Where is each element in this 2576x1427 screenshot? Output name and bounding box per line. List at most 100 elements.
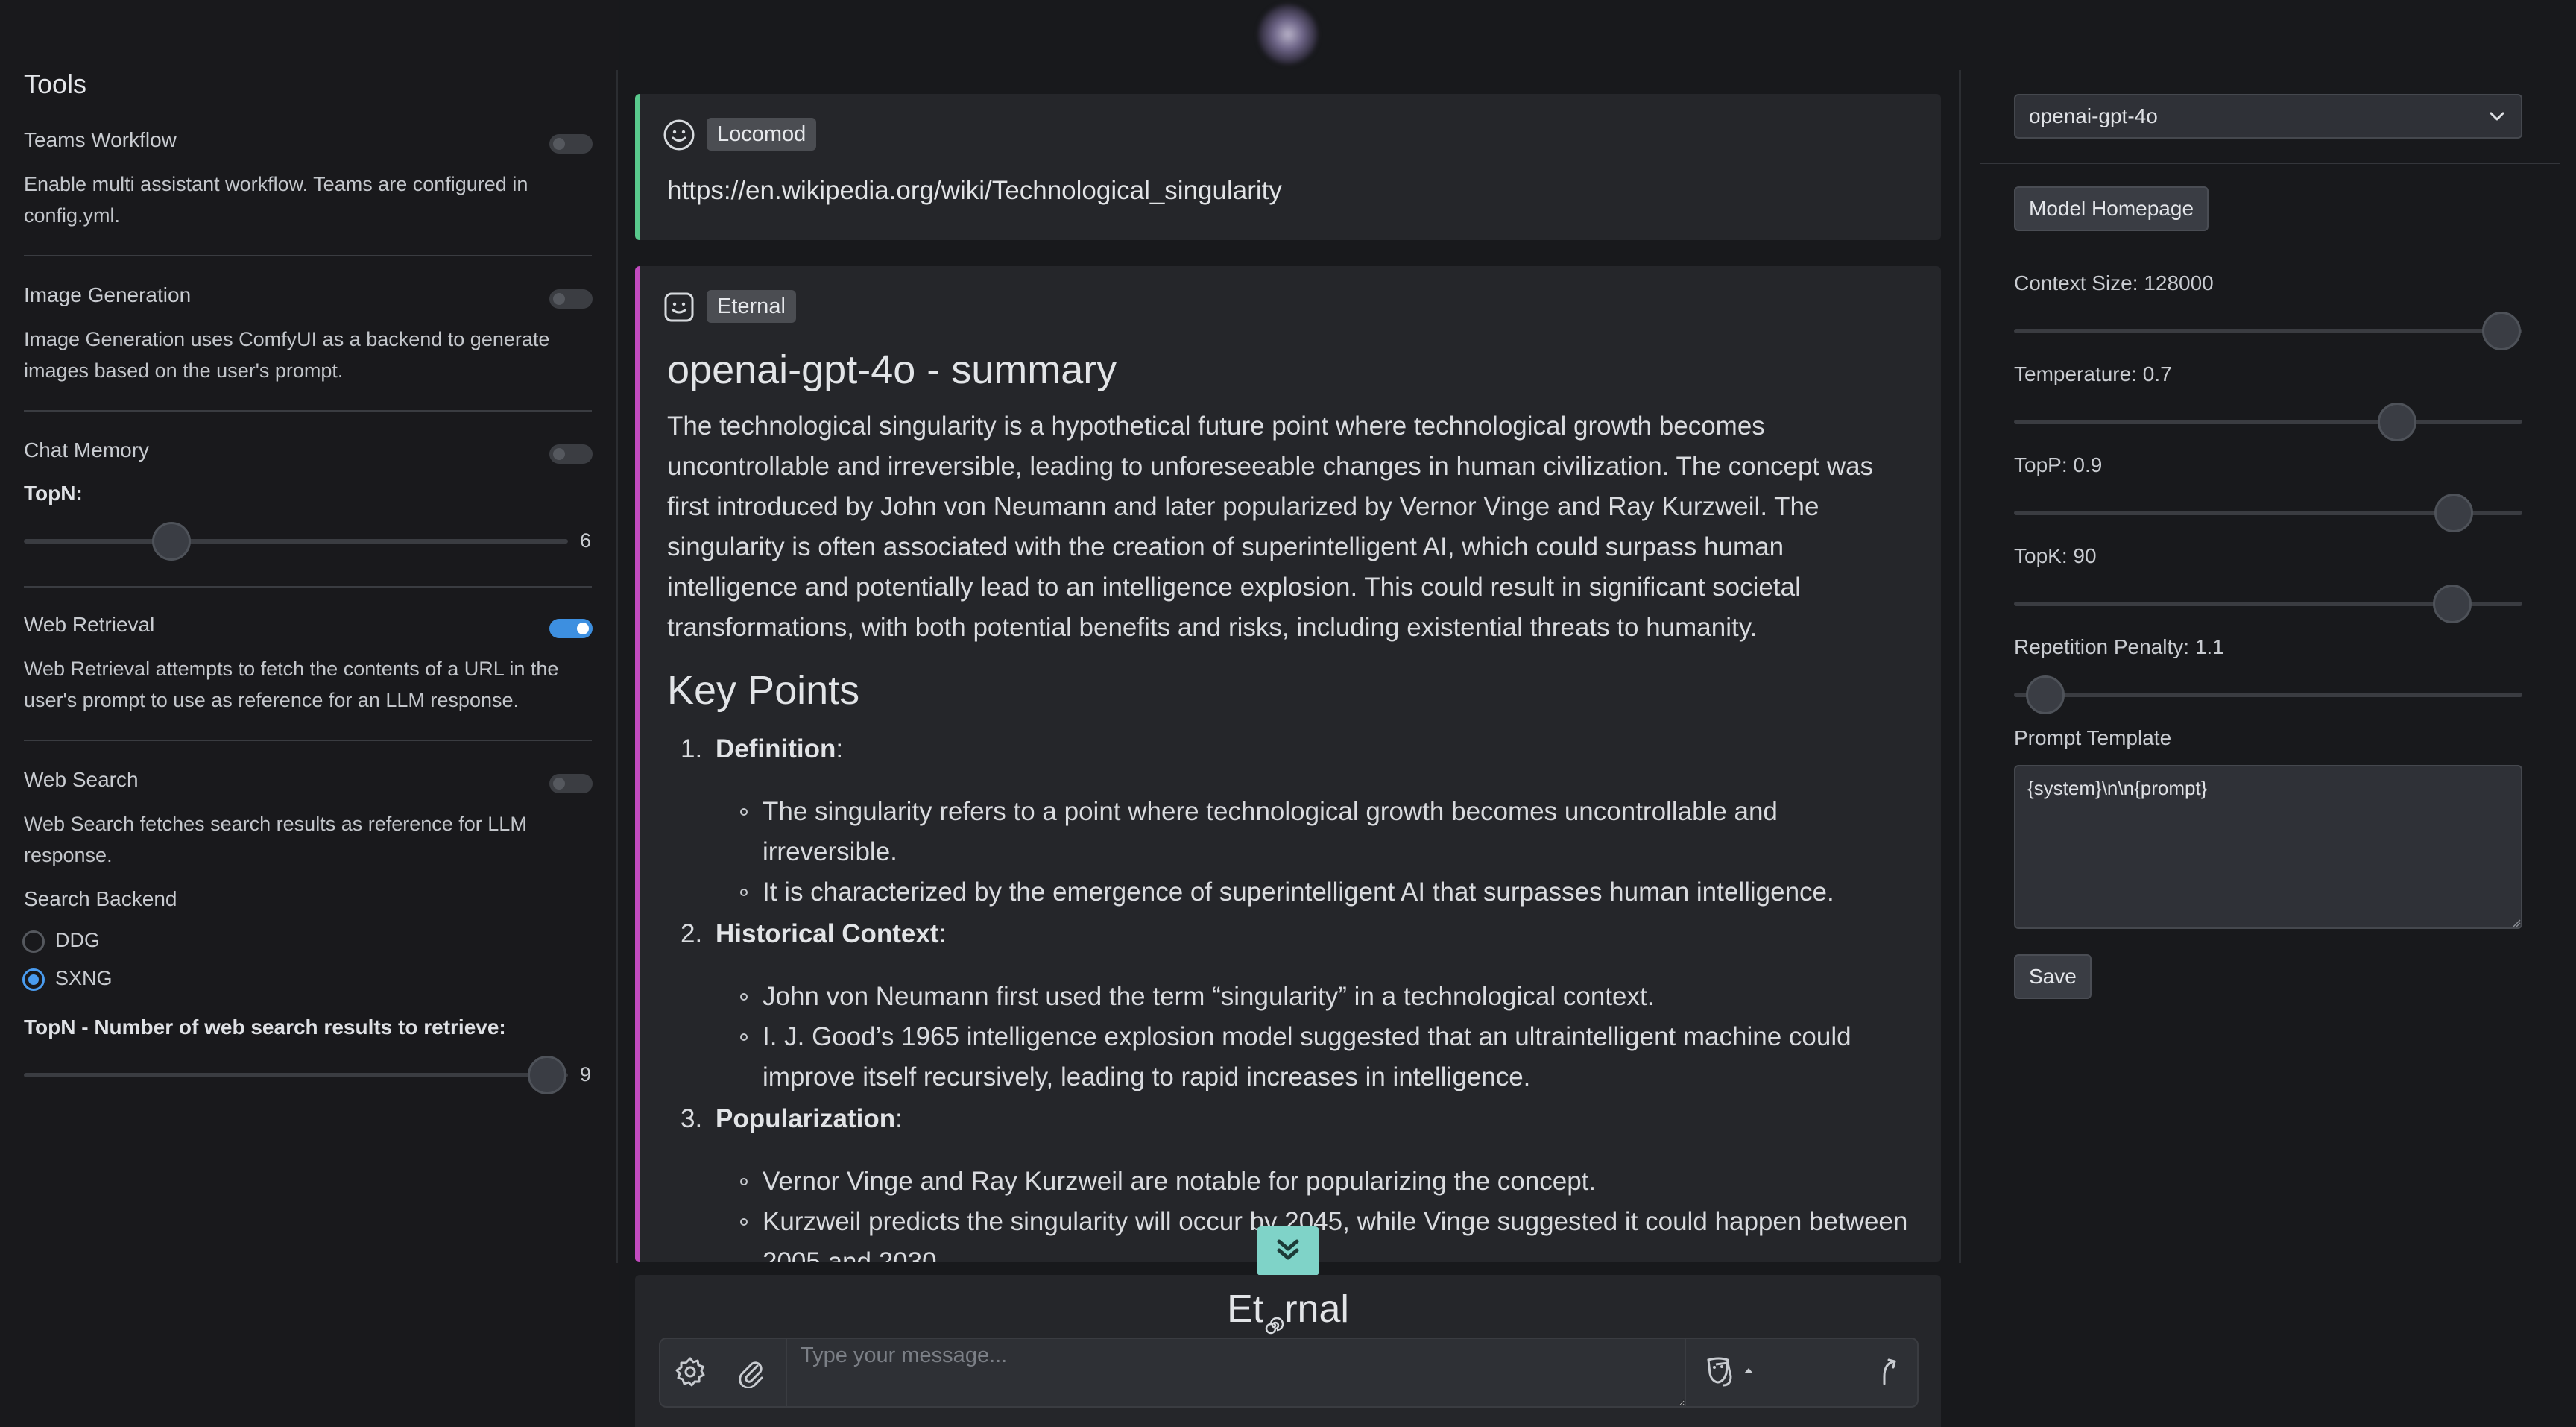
teams-workflow-description: Enable multi assistant workflow. Teams a… [24,173,528,227]
message-input[interactable] [786,1339,1686,1406]
web-search-toggle[interactable] [549,774,593,793]
web-retrieval-description: Web Retrieval attempts to fetch the cont… [24,658,559,711]
web-search-topn-value: 9 [580,1063,592,1086]
chat-memory-label: Chat Memory [24,438,150,462]
divider [24,410,592,412]
radio-sxng[interactable] [22,968,45,991]
attach-button[interactable] [722,1339,781,1406]
paperclip-icon [739,1361,763,1388]
context-size-label: Context Size: 128000 [2014,271,2214,294]
slider-thumb[interactable] [528,1056,566,1094]
list-number: 3. [681,1104,703,1133]
list-item: It is characterized by the emergence of … [763,878,1834,907]
slider-thumb[interactable] [152,522,191,561]
summary-paragraph: The technological singularity is a hypot… [667,412,1874,642]
message-input-box [659,1338,1919,1408]
resize-handle-icon[interactable] [2512,919,2521,927]
divider [24,586,592,588]
teams-workflow-toggle[interactable] [549,134,593,154]
list-number: 2. [681,919,703,948]
topk-slider[interactable] [2014,585,2522,623]
brand-title: Et rnal [635,1287,1941,1335]
theater-masks-icon [1707,1357,1753,1387]
send-arrow-icon [1883,1358,1896,1385]
topk-label: TopK: 90 [2014,544,2097,567]
bullet [740,1033,748,1041]
divider [24,255,592,256]
web-retrieval-label: Web Retrieval [24,613,155,636]
bullet [740,1178,748,1185]
persona-menu-button[interactable] [1692,1339,1775,1406]
user-name-badge: Locomod [707,118,817,151]
gear-icon [675,1357,705,1387]
model-select-value: openai-gpt-4o [2029,104,2158,127]
summary-heading: openai-gpt-4o - summary [667,347,1117,392]
send-button[interactable] [1860,1339,1920,1406]
image-generation-description: Image Generation uses ComfyUI as a backe… [24,328,550,382]
list-number: 1. [681,734,703,763]
repetition-penalty-slider[interactable] [2014,675,2522,714]
spiral-icon [1263,1301,1284,1335]
chat-memory-topn-label: TopN: [24,482,83,505]
slider-thumb[interactable] [2026,675,2065,714]
key-point-title: Popularization: [716,1104,903,1133]
double-chevron-down-icon [1277,1239,1299,1260]
model-select[interactable]: openai-gpt-4o [2014,94,2522,139]
radio-sxng-label[interactable]: SXNG [55,967,113,990]
chat-memory-toggle[interactable] [549,444,593,464]
context-size-slider[interactable] [2014,312,2522,350]
tools-title: Tools [24,69,87,99]
radio-ddg-label[interactable]: DDG [55,929,100,952]
assistant-name-badge: Eternal [707,290,796,323]
chevron-down-icon [2490,112,2504,121]
list-item: The singularity refers to a point where … [763,797,1778,866]
list-item: John von Neumann first used the term “si… [763,982,1655,1011]
panel-divider [616,70,618,1263]
list-item: Vernor Vinge and Ray Kurzweil are notabl… [763,1167,1597,1196]
repetition-penalty-label: Repetition Penalty: 1.1 [2014,635,2224,658]
app-logo [1258,4,1318,64]
key-point-title: Historical Context: [716,919,947,948]
slider-thumb[interactable] [2378,403,2416,441]
slider-thumb[interactable] [2482,312,2521,350]
scroll-to-bottom-button[interactable] [1257,1226,1319,1276]
web-search-description: Web Search fetches search results as ref… [24,813,527,866]
divider [1980,163,2560,164]
teams-workflow-label: Teams Workflow [24,128,177,151]
list-item: I. J. Good’s 1965 intelligence explosion… [763,1022,1852,1091]
web-search-topn-label: TopN - Number of web search results to r… [24,1015,506,1039]
assistant-message: Eternal openai-gpt-4o - summary The tech… [635,266,1941,1262]
user-message-text: https://en.wikipedia.org/wiki/Technologi… [667,176,1282,205]
model-homepage-button[interactable]: Model Homepage [2014,186,2209,231]
smiley-icon [663,119,695,151]
composer: Et rnal [635,1275,1941,1427]
image-generation-toggle[interactable] [549,289,593,309]
search-backend-label: Search Backend [24,887,177,910]
user-message: Locomod https://en.wikipedia.org/wiki/Te… [635,94,1941,240]
bullet [740,1218,748,1226]
prompt-template-input[interactable]: {system}\n\n{prompt} [2014,765,2522,929]
settings-button[interactable] [660,1339,720,1406]
topp-label: TopP: 0.9 [2014,453,2103,476]
key-point-title: Definition: [716,734,844,763]
chat-memory-topn-slider[interactable] [24,522,568,561]
tools-panel: Tools Teams Workflow Enable multi assist… [0,0,619,1427]
slider-thumb[interactable] [2434,494,2473,532]
radio-ddg[interactable] [22,930,45,953]
bullet [740,993,748,1001]
bullet [740,889,748,896]
web-retrieval-toggle[interactable] [549,619,593,638]
web-search-label: Web Search [24,768,139,791]
topp-slider[interactable] [2014,494,2522,532]
panel-divider [1959,70,1961,1263]
web-search-topn-slider[interactable] [24,1056,568,1094]
prompt-template-label: Prompt Template [2014,726,2172,749]
list-item: Kurzweil predicts the singularity will o… [763,1207,1908,1262]
chat-memory-topn-value: 6 [580,529,592,552]
key-points-heading: Key Points [667,668,860,713]
slider-thumb[interactable] [2433,585,2472,623]
save-button[interactable]: Save [2014,954,2092,999]
bullet [740,808,748,816]
temperature-slider[interactable] [2014,403,2522,441]
divider [24,740,592,741]
